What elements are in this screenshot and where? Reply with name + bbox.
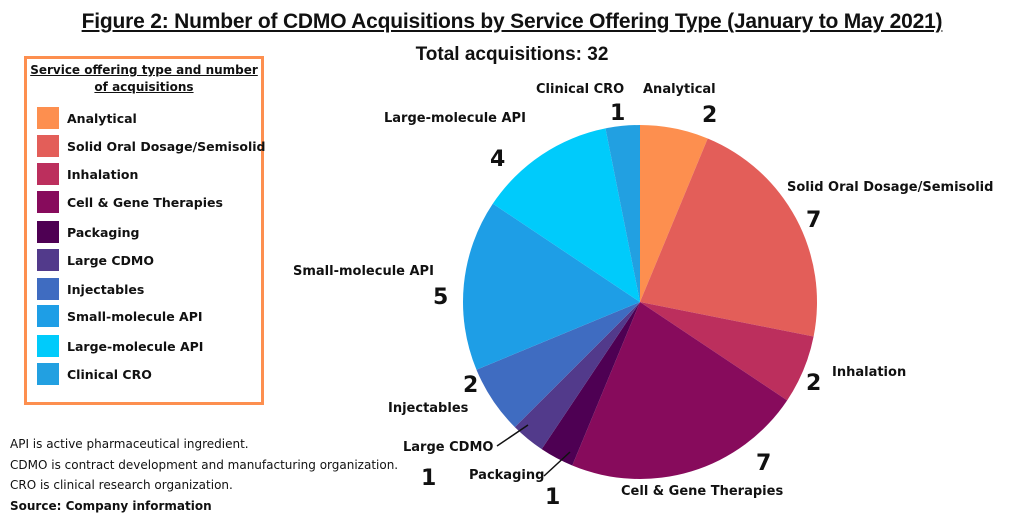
- slice-label-inhalation: Inhalation: [832, 365, 906, 380]
- slice-value-packaging: 1: [545, 485, 560, 510]
- slice-label-injectables: Injectables: [388, 401, 469, 416]
- leader-line-large-cdmo: [497, 425, 528, 446]
- slice-value-solid-oral-dosage-semisolid: 7: [806, 208, 821, 233]
- slice-value-clinical-cro: 1: [610, 101, 625, 126]
- slice-value-large-cdmo: 1: [421, 466, 436, 491]
- slice-value-cell-gene-therapies: 7: [756, 451, 771, 476]
- slice-label-small-molecule-api: Small-molecule API: [293, 264, 434, 279]
- slice-value-large-molecule-api: 4: [490, 147, 505, 172]
- slice-value-analytical: 2: [702, 103, 717, 128]
- slice-label-large-cdmo: Large CDMO: [403, 440, 493, 455]
- slice-label-clinical-cro: Clinical CRO: [536, 82, 624, 97]
- slice-label-analytical: Analytical: [643, 82, 716, 97]
- slice-label-packaging: Packaging: [469, 468, 544, 483]
- slice-value-injectables: 2: [463, 373, 478, 398]
- slice-value-small-molecule-api: 5: [433, 285, 448, 310]
- pie-chart: Analytical 2 Solid Oral Dosage/Semisolid 7 I…: [0, 0, 1024, 512]
- slice-label-large-molecule-api: Large-molecule API: [384, 111, 526, 126]
- slice-label-cell-gene-therapies: Cell & Gene Therapies: [621, 484, 783, 499]
- slice-value-inhalation: 2: [806, 371, 821, 396]
- slice-label-solid-oral-dosage-semisolid: Solid Oral Dosage/Semisolid: [787, 180, 993, 195]
